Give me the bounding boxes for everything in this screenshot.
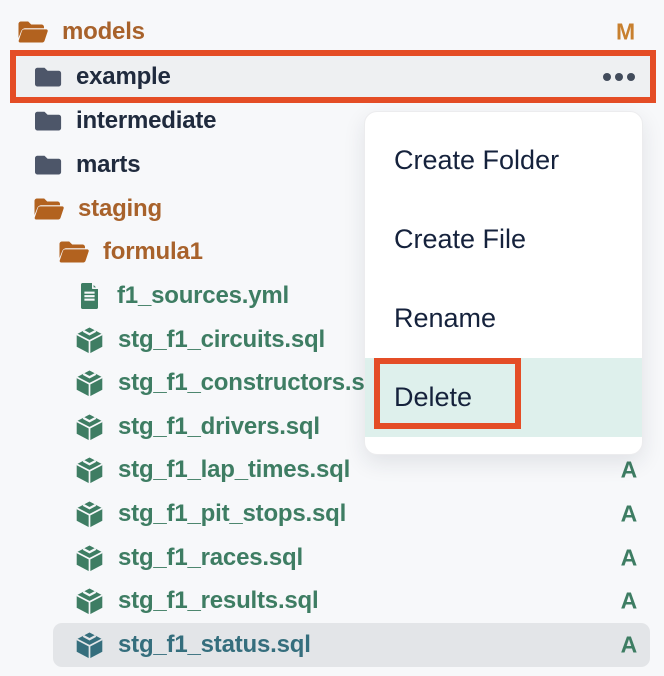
added-badge: A [621,588,637,615]
menu-item-rename[interactable]: Rename [365,279,642,358]
tree-item-label: stg_f1_pit_stops.sql [118,500,346,528]
added-badge: A [621,457,637,484]
folder-closed-icon [33,65,63,89]
menu-item-delete[interactable]: Delete [365,358,642,437]
tree-item-label: staging [78,195,162,223]
tree-item-label: stg_f1_circuits.sql [118,326,325,354]
model-cube-icon [75,500,104,529]
tree-row-stg-f1-races[interactable]: stg_f1_races.sql A [0,536,664,580]
folder-open-icon [58,239,90,265]
model-cube-icon [75,631,104,660]
tree-item-label: models [62,18,145,46]
tree-item-label: stg_f1_constructors.sql [118,369,385,397]
tree-item-label: stg_f1_lap_times.sql [118,456,350,484]
tree-row-models[interactable]: models M [0,10,664,54]
folder-open-icon [33,196,65,222]
tree-item-label: stg_f1_races.sql [118,544,303,572]
menu-item-create-file[interactable]: Create File [365,200,642,279]
ellipsis-icon[interactable] [603,73,635,81]
model-cube-icon [75,587,104,616]
tree-row-stg-f1-results[interactable]: stg_f1_results.sql A [0,579,664,623]
menu-item-create-folder[interactable]: Create Folder [365,121,642,200]
model-cube-icon [75,369,104,398]
folder-open-icon [17,19,49,45]
tree-item-label: example [76,63,171,91]
tree-item-label: stg_f1_results.sql [118,587,318,615]
tree-row-stg-f1-status[interactable]: stg_f1_status.sql A [53,623,650,667]
tree-item-label: stg_f1_drivers.sql [118,413,320,441]
model-cube-icon [75,456,104,485]
tree-row-stg-f1-pit-stops[interactable]: stg_f1_pit_stops.sql A [0,492,664,536]
tree-item-label: intermediate [76,107,216,135]
folder-closed-icon [33,109,63,133]
added-badge: A [621,632,637,659]
model-cube-icon [75,544,104,573]
tree-item-label: f1_sources.yml [117,282,289,310]
model-cube-icon [75,413,104,442]
tree-item-label: formula1 [103,238,203,266]
added-badge: A [621,501,637,528]
added-badge: A [621,545,637,572]
model-cube-icon [75,326,104,355]
tree-row-example[interactable]: example [10,50,656,103]
tree-item-label: stg_f1_status.sql [118,631,311,659]
file-tree-panel: models M example intermediate marts [0,0,664,676]
tree-item-label: marts [76,151,140,179]
context-menu: Create Folder Create File Rename Delete [364,111,643,455]
folder-closed-icon [33,153,63,177]
modified-badge: M [616,19,635,46]
yml-file-icon [75,282,104,310]
